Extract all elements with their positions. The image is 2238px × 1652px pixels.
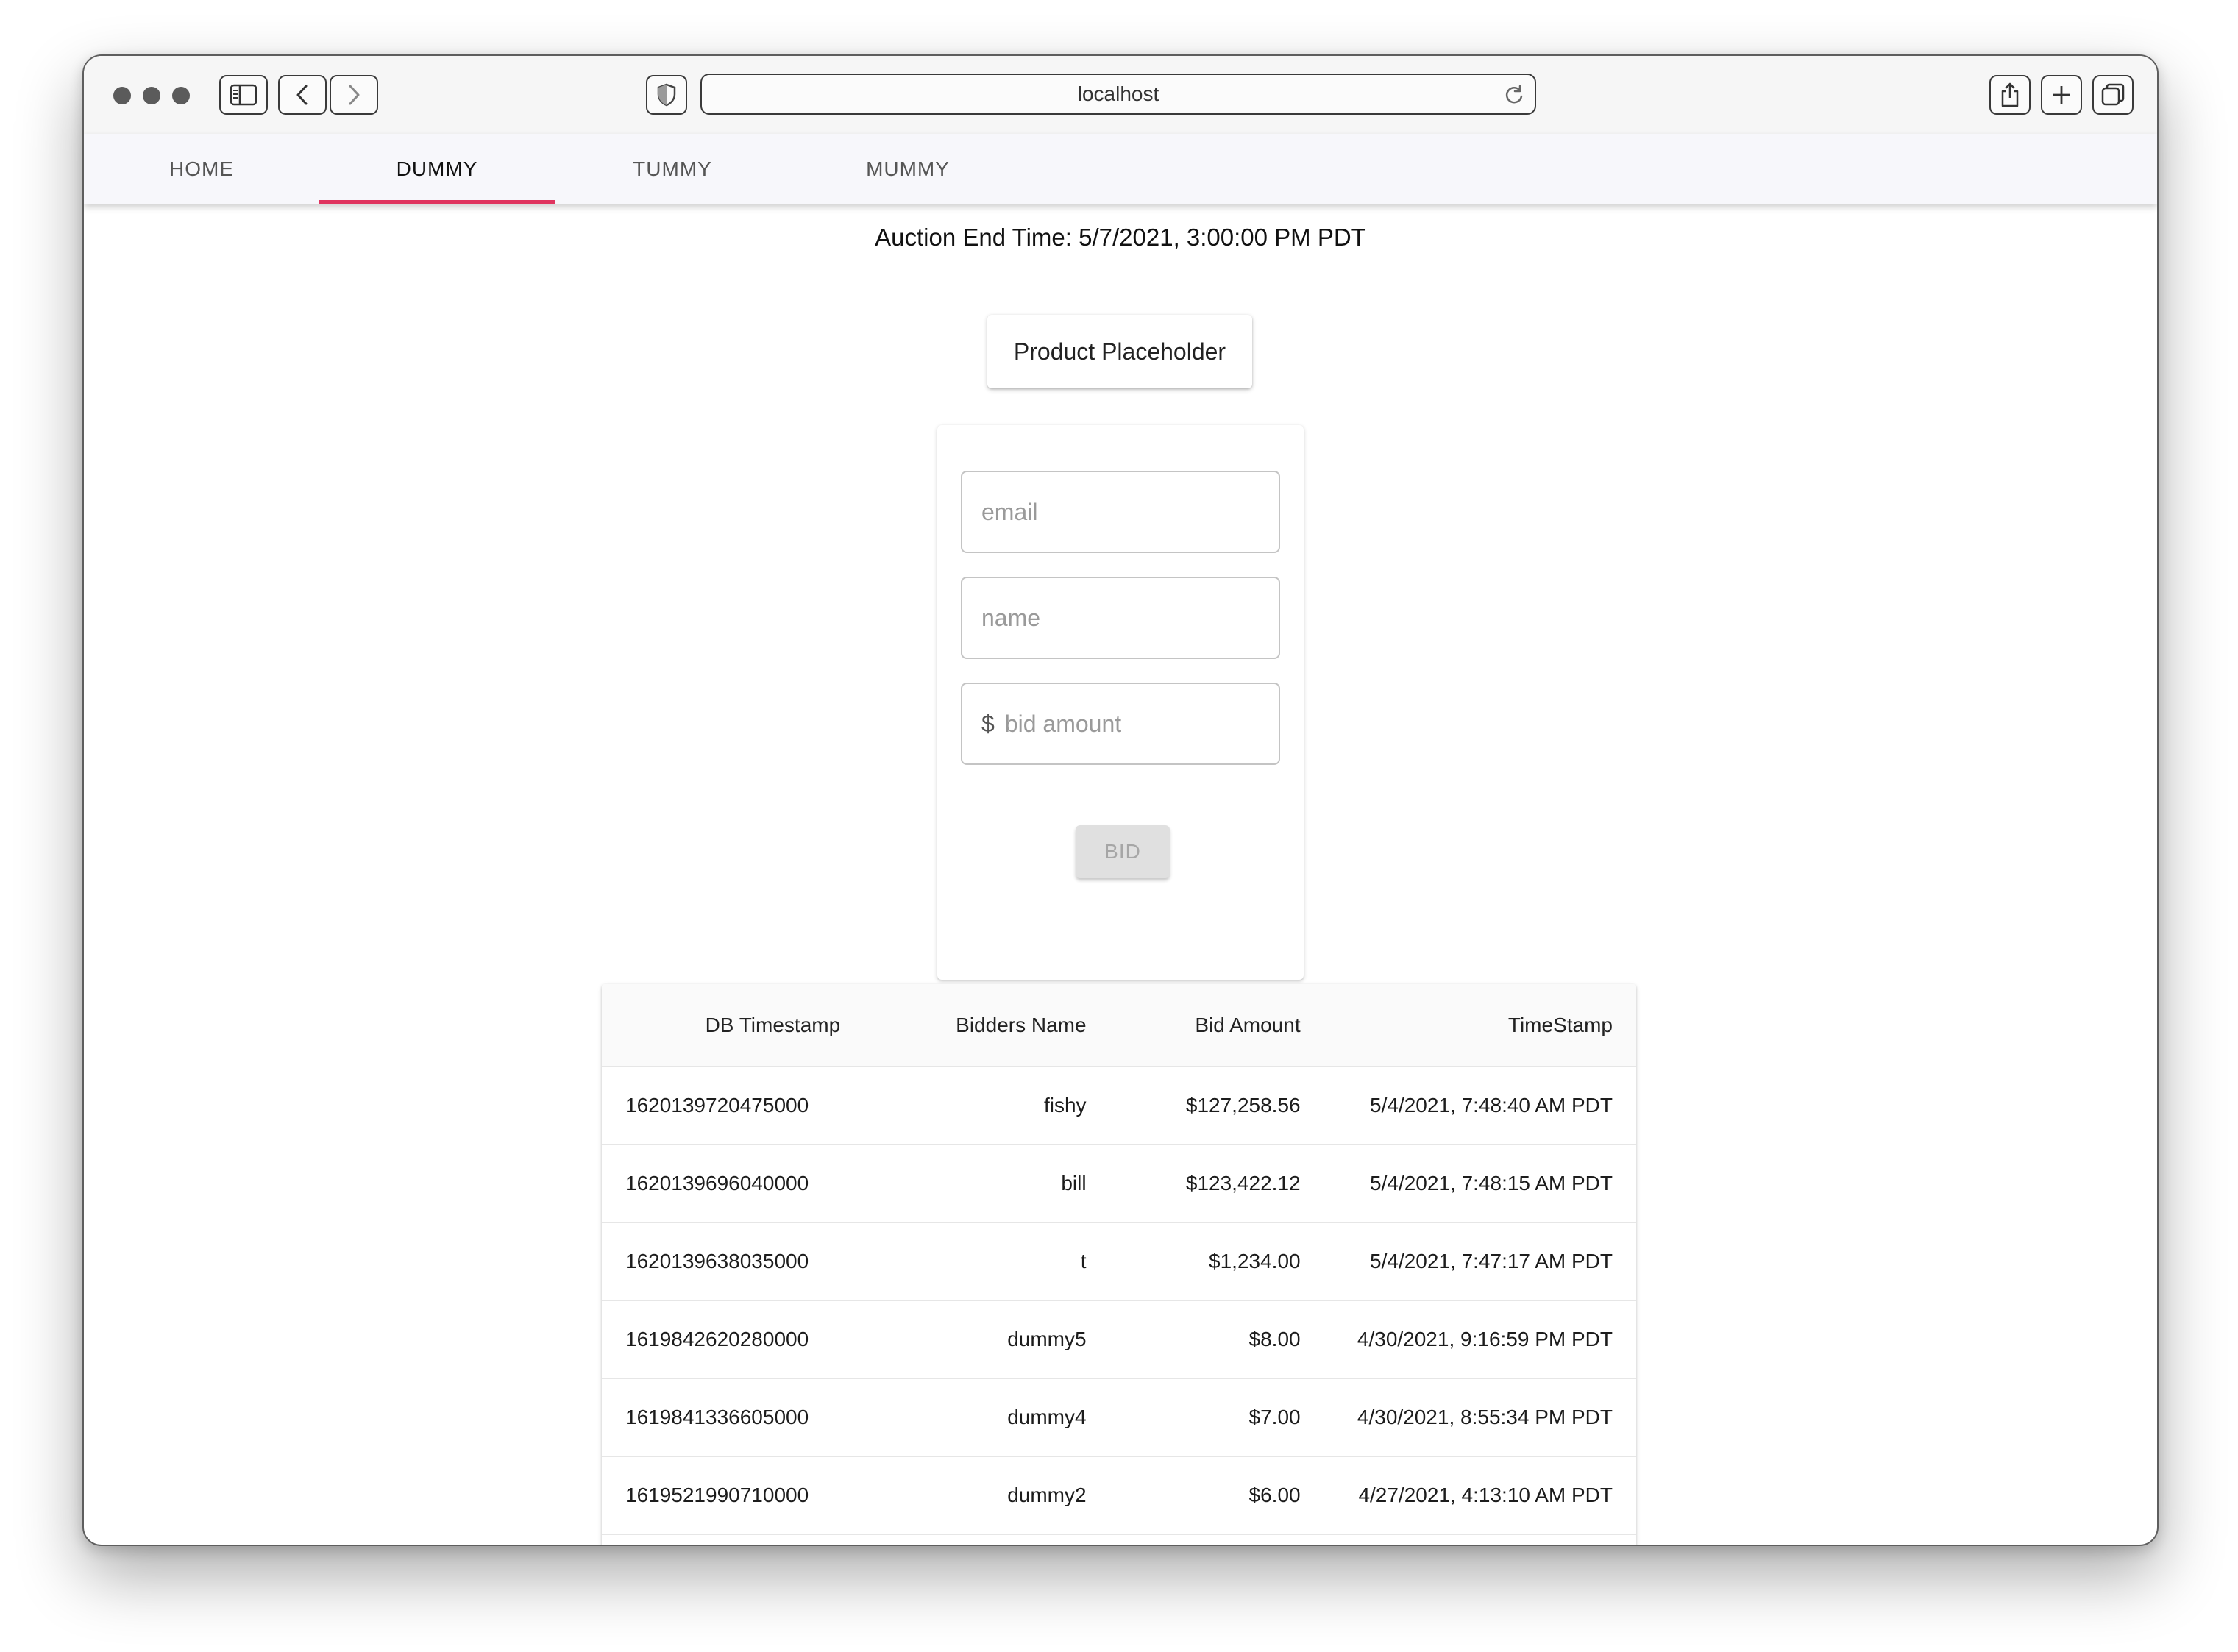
bidder-name-cell: dummy5 — [864, 1300, 1110, 1379]
zoom-window-button[interactable] — [172, 87, 190, 104]
table-row: 1619842620280000 dummy5 $8.00 4/30/2021,… — [602, 1300, 1636, 1379]
chevron-left-icon — [296, 85, 308, 105]
product-placeholder-card: Product Placeholder — [987, 315, 1252, 388]
column-header-bidders-name[interactable]: Bidders Name — [864, 984, 1110, 1067]
back-button[interactable] — [278, 75, 327, 115]
sidebar-icon — [230, 84, 257, 106]
plus-icon — [2053, 86, 2070, 104]
table-row: 1620139638035000 t $1,234.00 5/4/2021, 7… — [602, 1222, 1636, 1301]
bid-form-card: $ BID — [937, 425, 1304, 980]
name-field[interactable] — [961, 577, 1280, 659]
email-field[interactable] — [961, 471, 1280, 553]
table-header-row: DB Timestamp Bidders Name Bid Amount Tim… — [602, 984, 1636, 1067]
column-header-db-timestamp[interactable]: DB Timestamp — [602, 984, 864, 1067]
timestamp-cell: 4/30/2021, 9:16:59 PM PDT — [1324, 1300, 1636, 1379]
new-tab-button[interactable] — [2041, 75, 2082, 115]
table-row: 1619521990710000 dummy2 $6.00 4/27/2021,… — [602, 1456, 1636, 1535]
tab-mummy[interactable]: MUMMY — [790, 134, 1026, 204]
bid-amount-cell: $7.00 — [1109, 1378, 1324, 1457]
browser-toolbar: localhost — [84, 56, 2157, 135]
db-timestamp-cell: 1619521990710000 — [602, 1456, 864, 1535]
tabs-overview-icon — [2101, 83, 2125, 106]
table-row: 1620139720475000 fishy $127,258.56 5/4/2… — [602, 1067, 1636, 1145]
chevron-right-icon — [349, 85, 360, 105]
db-timestamp-cell: 1619842620280000 — [602, 1300, 864, 1379]
shield-icon — [657, 83, 676, 107]
bid-button[interactable]: BID — [1076, 825, 1170, 878]
bid-amount-cell: $127,258.56 — [1109, 1067, 1324, 1145]
bidder-name-cell: fishy — [864, 1067, 1110, 1145]
tab-dummy[interactable]: DUMMY — [319, 134, 555, 204]
column-header-timestamp[interactable]: TimeStamp — [1324, 984, 1636, 1067]
timestamp-cell: 5/4/2021, 7:48:15 AM PDT — [1324, 1144, 1636, 1223]
sidebar-toggle-button[interactable] — [219, 75, 268, 115]
currency-prefix: $ — [981, 710, 995, 737]
bids-table-card: DB Timestamp Bidders Name Bid Amount Tim… — [602, 984, 1636, 1545]
bids-table: DB Timestamp Bidders Name Bid Amount Tim… — [602, 984, 1636, 1535]
address-bar[interactable]: localhost — [700, 74, 1536, 115]
bid-amount-input[interactable] — [994, 710, 1279, 738]
bidder-name-cell: dummy4 — [864, 1378, 1110, 1457]
db-timestamp-cell: 1620139638035000 — [602, 1222, 864, 1301]
reload-icon[interactable] — [1504, 84, 1524, 106]
table-row: 1620139696040000 bill $123,422.12 5/4/20… — [602, 1144, 1636, 1223]
privacy-shield-button[interactable] — [646, 75, 687, 115]
column-header-bid-amount[interactable]: Bid Amount — [1109, 984, 1324, 1067]
bid-amount-cell: $8.00 — [1109, 1300, 1324, 1379]
bid-amount-cell: $1,234.00 — [1109, 1222, 1324, 1301]
tab-overview-button[interactable] — [2092, 75, 2134, 115]
browser-window: localhost HOME DUMMY TUMMY MUMMY Auction… — [82, 54, 2159, 1546]
minimize-window-button[interactable] — [143, 87, 160, 104]
share-icon — [2001, 82, 2019, 107]
share-button[interactable] — [1989, 75, 2031, 115]
timestamp-cell: 4/30/2021, 8:55:34 PM PDT — [1324, 1378, 1636, 1457]
name-input[interactable] — [962, 604, 1279, 632]
bid-amount-field[interactable]: $ — [961, 683, 1280, 765]
app-nav-bar: HOME DUMMY TUMMY MUMMY — [84, 134, 2157, 204]
db-timestamp-cell: 1619841336605000 — [602, 1378, 864, 1457]
forward-button[interactable] — [330, 75, 378, 115]
auction-end-time: Auction End Time: 5/7/2021, 3:00:00 PM P… — [875, 224, 1366, 251]
timestamp-cell: 5/4/2021, 7:48:40 AM PDT — [1324, 1067, 1636, 1145]
bid-amount-cell: $123,422.12 — [1109, 1144, 1324, 1223]
tab-tummy[interactable]: TUMMY — [555, 134, 790, 204]
db-timestamp-cell: 1620139696040000 — [602, 1144, 864, 1223]
email-input[interactable] — [962, 498, 1279, 526]
url-text: localhost — [1077, 82, 1159, 105]
bidder-name-cell: dummy2 — [864, 1456, 1110, 1535]
bid-amount-cell: $6.00 — [1109, 1456, 1324, 1535]
active-tab-indicator — [319, 200, 555, 204]
table-row: 1619841336605000 dummy4 $7.00 4/30/2021,… — [602, 1378, 1636, 1457]
timestamp-cell: 4/27/2021, 4:13:10 AM PDT — [1324, 1456, 1636, 1535]
close-window-button[interactable] — [113, 87, 131, 104]
timestamp-cell: 5/4/2021, 7:47:17 AM PDT — [1324, 1222, 1636, 1301]
bidder-name-cell: t — [864, 1222, 1110, 1301]
tab-home[interactable]: HOME — [84, 134, 319, 204]
bidder-name-cell: bill — [864, 1144, 1110, 1223]
db-timestamp-cell: 1620139720475000 — [602, 1067, 864, 1145]
